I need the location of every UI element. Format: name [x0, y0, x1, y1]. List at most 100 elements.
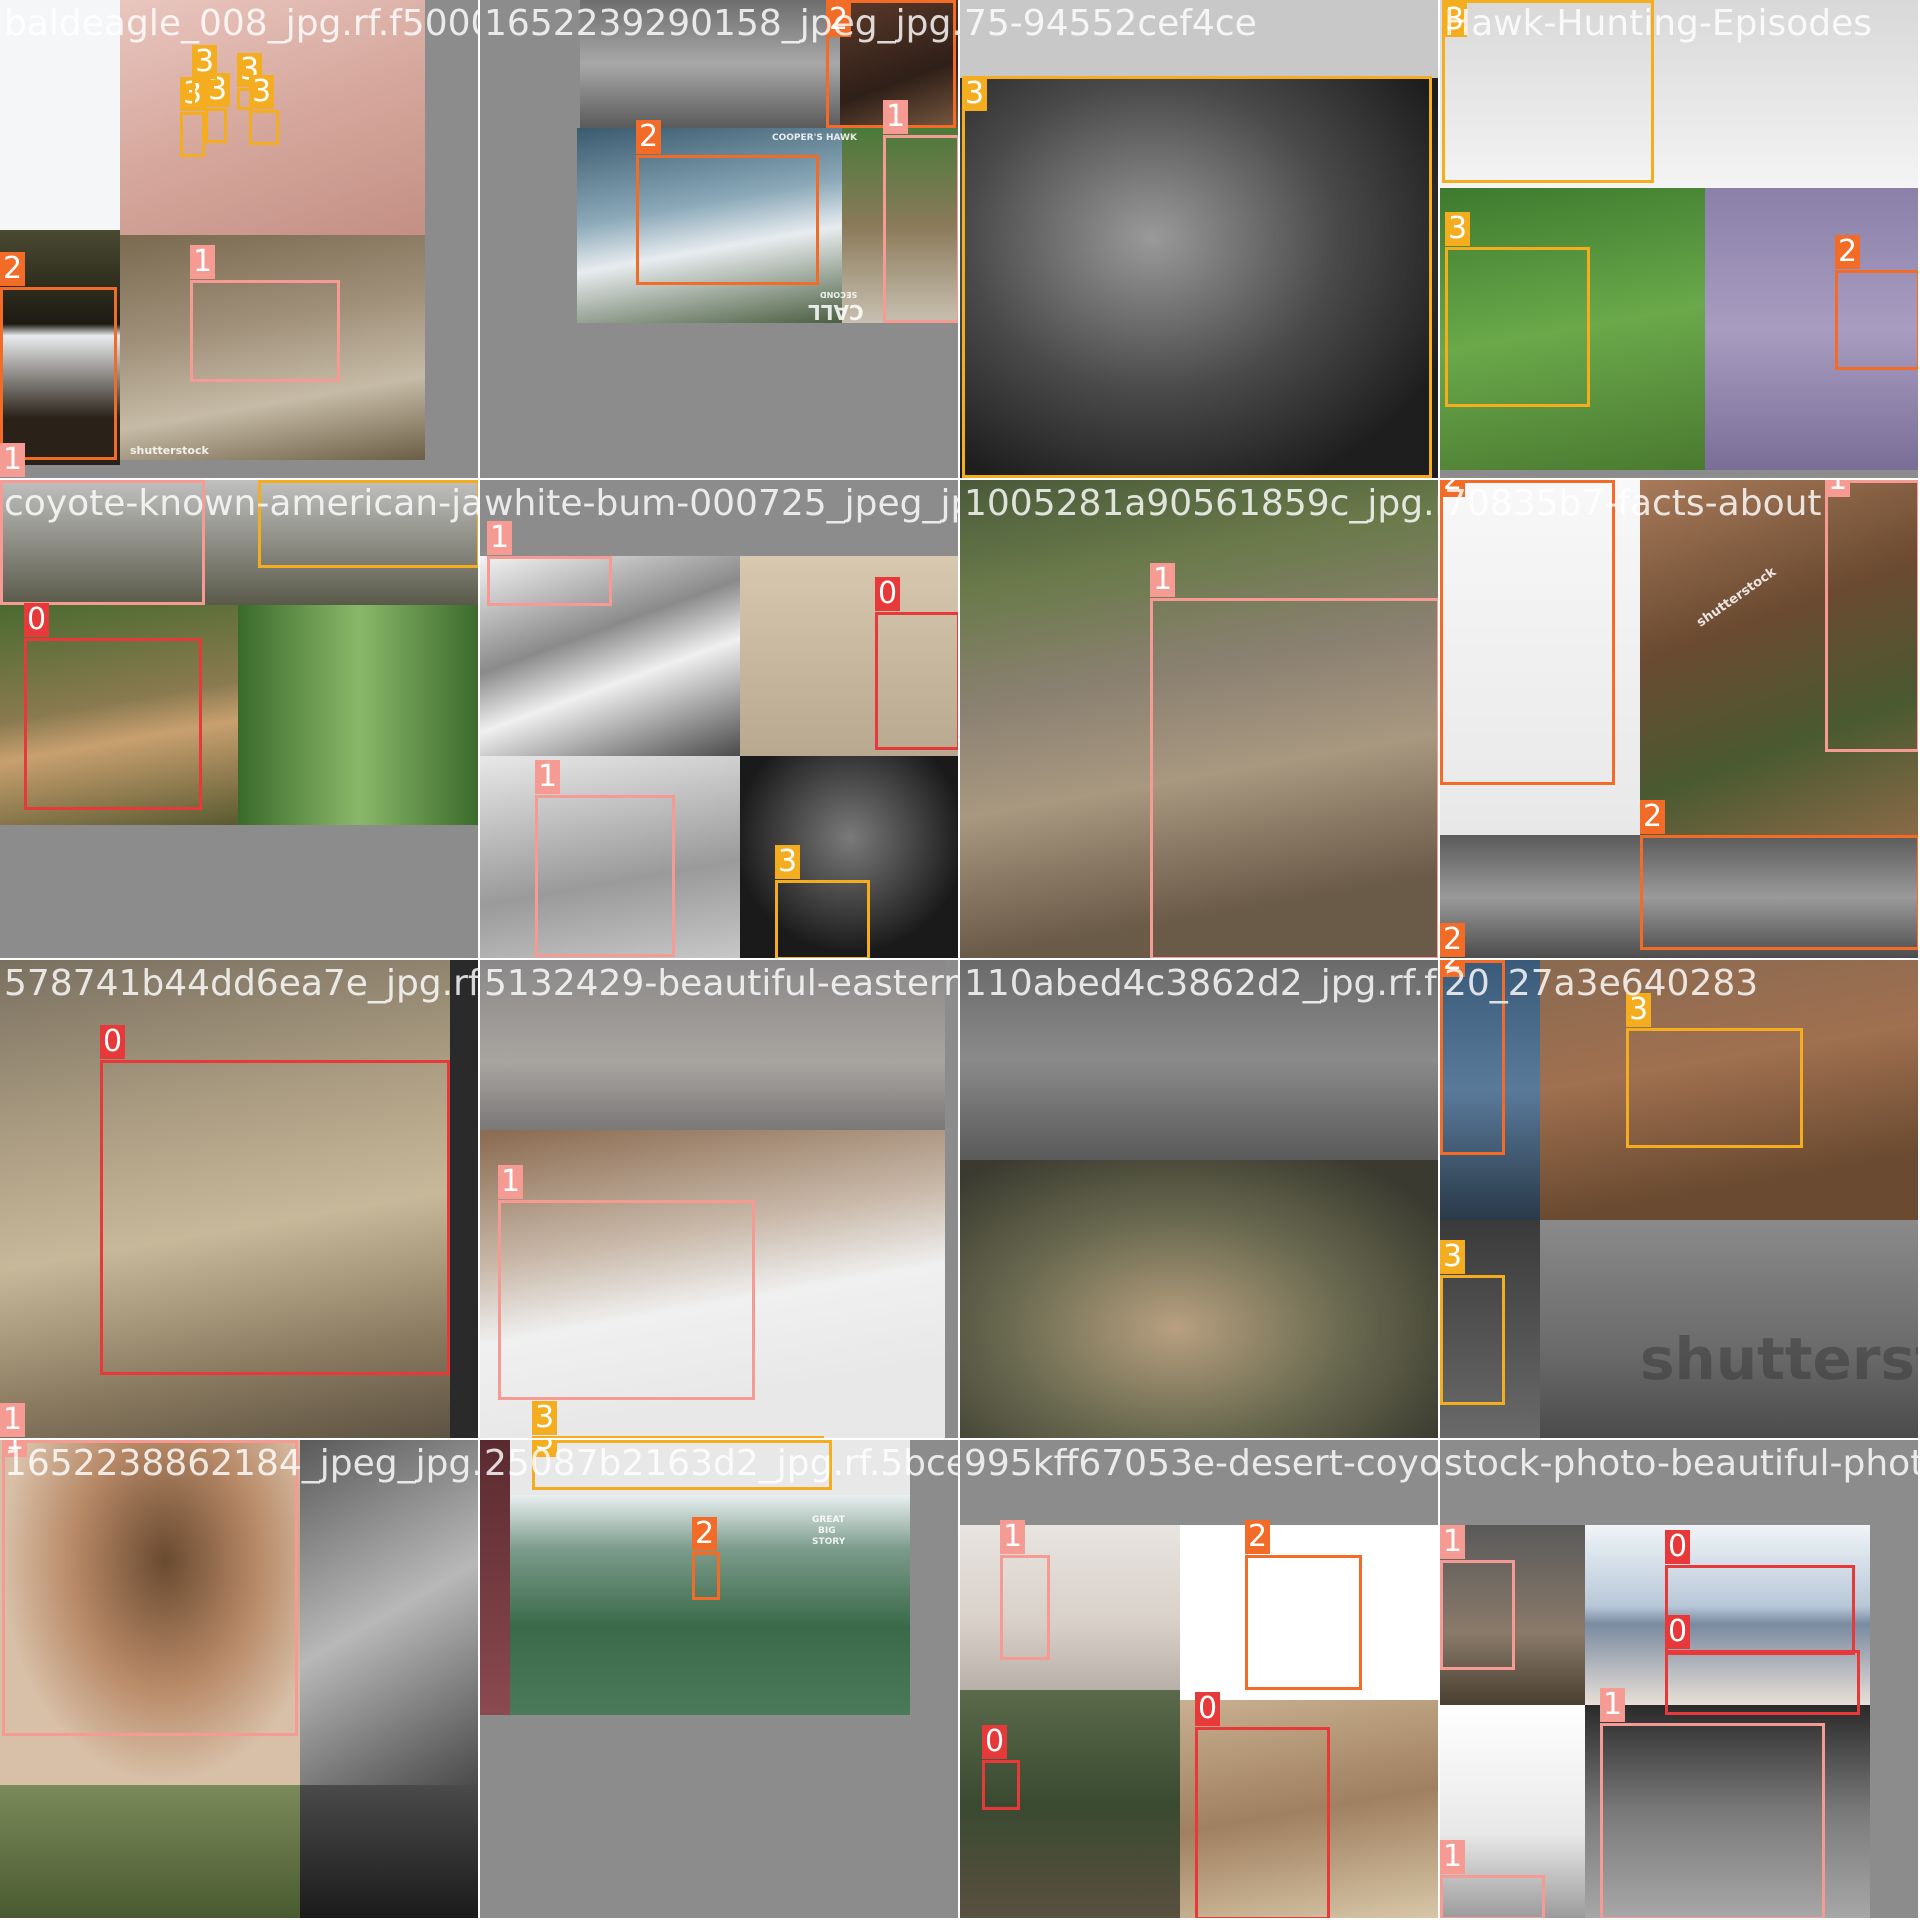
bbox: 3	[1445, 212, 1590, 407]
mosaic-tile: 1 1652238862184_jpeg_jpg.rf	[0, 1440, 480, 1920]
bbox: 0	[1665, 1615, 1860, 1715]
bbox: 3	[192, 45, 218, 110]
bbox-label: 1	[1440, 1840, 1466, 1874]
mosaic-tile: COOPER'S HAWK SECOND CALL 2 2 1 16522392…	[480, 0, 960, 480]
bbox: 1	[1825, 480, 1918, 752]
watermark: shutterstock	[130, 444, 209, 457]
bbox-label: 0	[1665, 1615, 1691, 1649]
bbox-label: 1	[1600, 1688, 1626, 1722]
mosaic-tile: 3 3 2 Hawk-Hunting-Episodes	[1440, 0, 1920, 480]
bbox-label: 2	[692, 1517, 718, 1551]
tile-filename: 1005281a90561859c_jpg.rf.1	[964, 483, 1438, 524]
bbox-label: 1	[190, 245, 216, 279]
bbox: 3	[962, 76, 1432, 478]
bbox-label: 1	[0, 443, 26, 477]
bbox-label: 1	[498, 1165, 524, 1199]
bbox: 2	[636, 120, 819, 285]
bbox-label: 1	[535, 760, 561, 794]
bbox: 1	[883, 100, 958, 323]
mosaic-grid: shutterstock 3 3 3 3 3 1 2 1 baldeagle_0…	[0, 0, 1920, 1920]
photo-panel	[450, 960, 478, 1438]
tile-filename: 578741b44dd6ea7e_jpg.rf.3	[4, 963, 480, 1004]
bbox: 3	[180, 77, 206, 157]
photo-panel	[960, 1525, 1180, 1690]
mosaic-tile: 3 0 coyote-known-american-jackal-run-	[0, 480, 480, 960]
bbox-label: 3	[1445, 212, 1471, 246]
bbox-label: 1	[1440, 1525, 1466, 1559]
photo-panel	[0, 1785, 300, 1918]
bbox-label: 0	[100, 1025, 126, 1059]
bbox: 1	[1000, 1520, 1050, 1660]
tile-filename: stock-photo-beautiful-photo-	[1444, 1443, 1920, 1484]
tile-filename: 5132429-beautiful-eastern-coyote	[484, 963, 958, 1004]
bbox-label: 0	[1195, 1692, 1221, 1726]
photo-panel	[300, 1440, 478, 1785]
bbox: 1	[1150, 563, 1438, 958]
bbox-label: 3	[775, 845, 801, 879]
mosaic-tile: 0 1 578741b44dd6ea7e_jpg.rf.3	[0, 960, 480, 1440]
tile-filename: 110abed4c3862d2_jpg.rf.fa	[964, 963, 1440, 1004]
bbox: 1	[1440, 1840, 1545, 1918]
bbox: 1	[1600, 1688, 1825, 1918]
bbox-label: 0	[1665, 1530, 1691, 1564]
bbox: 2	[692, 1517, 720, 1600]
bbox: 2	[1640, 800, 1918, 950]
bbox-label: 3	[1440, 1240, 1466, 1274]
mosaic-tile: 1 0 1 3 white-bum-000725_jpeg_jpg.rf	[480, 480, 960, 960]
bbox: 1	[498, 1165, 755, 1400]
bbox: 0	[1665, 1530, 1855, 1655]
bbox-label: 2	[636, 120, 662, 154]
tile-filename: white-bum-000725_jpeg_jpg.rf	[484, 483, 958, 524]
tile-filename: coyote-known-american-jackal-run-	[4, 483, 480, 524]
poster-title: COOPER'S HAWK	[772, 133, 857, 143]
bbox-label: 0	[982, 1725, 1008, 1759]
bbox: 0	[24, 603, 202, 810]
bbox: 2	[0, 252, 117, 460]
tile-filename: 70835b7-facts-about	[1444, 483, 1822, 524]
bbox-label: 3	[962, 77, 988, 111]
mosaic-tile: GREAT BIG STORY 3 2 25087b2163d2_jpg.rf.…	[480, 1440, 960, 1920]
bbox: 1	[535, 760, 675, 957]
tile-filename: 995kff67053e-desert-coyote-in	[964, 1443, 1440, 1484]
bbox-label: 1	[0, 1403, 26, 1437]
bbox: 1	[190, 245, 340, 382]
mosaic-tile: 1 1005281a90561859c_jpg.rf.1	[960, 480, 1440, 960]
bbox: 3	[249, 75, 279, 145]
bbox: 0	[1195, 1692, 1330, 1918]
mosaic-tile: shutterstock 3 3 3 3 3 1 2 1 baldeagle_0…	[0, 0, 480, 480]
bbox: 0	[982, 1725, 1020, 1810]
tile-filename: 20_27a3e640283	[1444, 963, 1759, 1004]
bbox-label: 3	[532, 1401, 558, 1435]
mosaic-tile: 1 2 0 0 995kff67053e-desert-coyote-in	[960, 1440, 1440, 1920]
bbox: 3	[775, 845, 870, 958]
bbox-label: 2	[0, 252, 26, 286]
bbox: 1	[487, 521, 612, 606]
bbox-label: 1	[1150, 563, 1176, 597]
poster-call: CALL	[808, 300, 864, 324]
mosaic-tile: 3 75-94552cef4ce	[960, 0, 1440, 480]
watermark: shutterst	[1640, 1325, 1920, 1393]
tile-filename: baldeagle_008_jpg.rf.f50002	[4, 3, 480, 44]
mosaic-tile: shutterstock 2 1 2 2 70835b7-facts-about	[1440, 480, 1920, 960]
bbox: 0	[875, 577, 958, 750]
bbox: 0	[100, 1025, 450, 1375]
bbox-label: 1	[883, 100, 909, 134]
bbox: 3	[1626, 993, 1803, 1148]
bbox-label: 1	[1000, 1520, 1026, 1554]
bbox-label: 1	[1825, 480, 1851, 497]
bbox-label: 2	[1835, 235, 1861, 269]
tile-filename: 1652239290158_jpeg_jpg.rf	[484, 3, 960, 44]
bbox: 2	[1245, 1520, 1362, 1690]
mosaic-tile: shutterst 3 3 2 20_27a3e640283	[1440, 960, 1920, 1440]
bbox-label: 3	[192, 45, 218, 79]
bbox-label: 1	[487, 521, 513, 555]
bbox-label: 0	[875, 577, 901, 611]
bbox-label: 2	[1245, 1520, 1271, 1554]
photo-panel	[238, 605, 478, 825]
mosaic-tile: 110abed4c3862d2_jpg.rf.fa	[960, 960, 1440, 1440]
tile-filename: 25087b2163d2_jpg.rf.5bcea	[484, 1443, 960, 1484]
photo-panel	[960, 1160, 1438, 1438]
poster-line: BIG	[818, 1526, 836, 1536]
tile-filename: 1652238862184_jpeg_jpg.rf	[4, 1443, 480, 1484]
mosaic-tile: 1 0 0 1 1 stock-photo-beautiful-photo-	[1440, 1440, 1920, 1920]
